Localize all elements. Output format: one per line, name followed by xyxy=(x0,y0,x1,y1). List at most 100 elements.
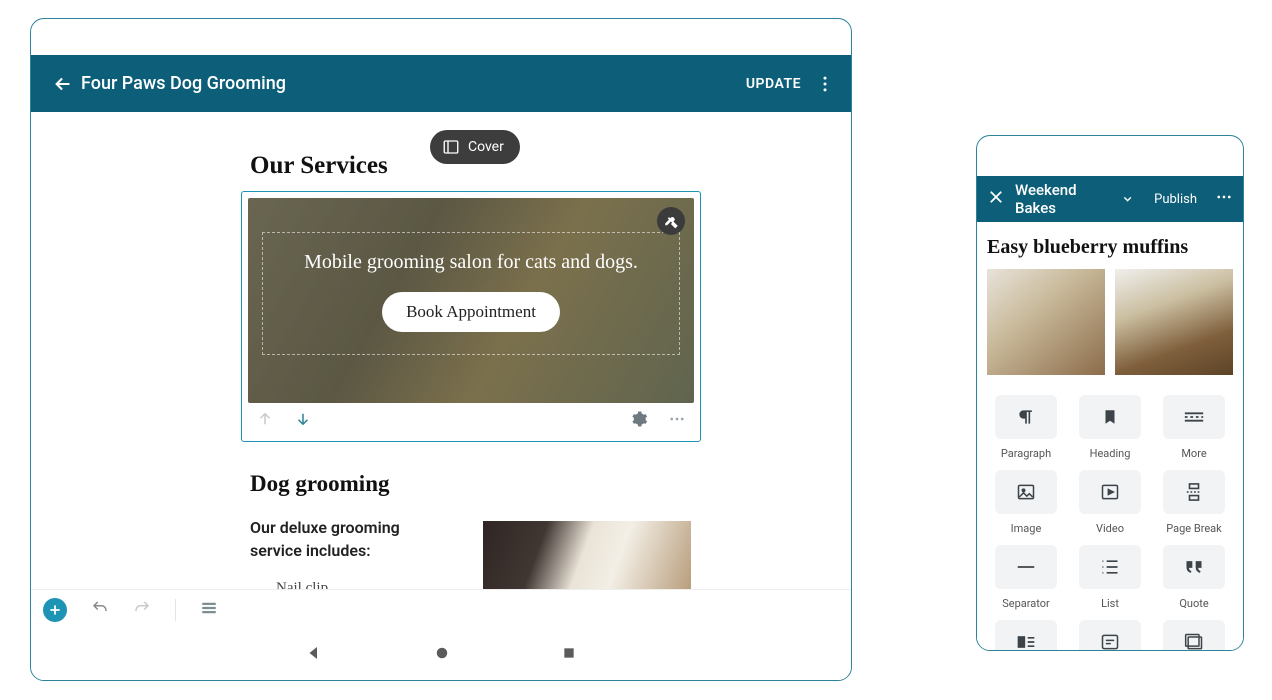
block-list[interactable]: List xyxy=(1073,545,1147,610)
tablet-device: Four Paws Dog Grooming UPDATE Cover Our … xyxy=(30,18,852,681)
block-page-break[interactable]: Page Break xyxy=(1157,470,1231,535)
block-settings-button[interactable] xyxy=(630,410,648,432)
post-title[interactable]: Easy blueberry muffins xyxy=(987,236,1233,259)
nav-recent[interactable] xyxy=(561,645,577,665)
separator-icon xyxy=(1015,562,1037,572)
arrow-left-icon xyxy=(52,73,74,95)
paragraph-icon xyxy=(1016,407,1036,427)
body-text-line1: Our deluxe grooming xyxy=(250,518,400,537)
body-text-line2: service includes: xyxy=(250,541,371,560)
image-gallery[interactable] xyxy=(977,269,1243,383)
cover-content-area[interactable]: Mobile grooming salon for cats and dogs.… xyxy=(262,232,680,355)
cover-block[interactable]: Mobile grooming salon for cats and dogs.… xyxy=(241,191,701,442)
block-more[interactable]: More xyxy=(1157,395,1231,460)
block-separator[interactable]: Separator xyxy=(989,545,1063,610)
gallery-image[interactable] xyxy=(1115,269,1233,375)
block-label: Heading xyxy=(1090,447,1131,460)
block-inserter: Paragraph Heading More Image Video Page … xyxy=(977,383,1243,651)
back-button[interactable] xyxy=(45,73,81,95)
nav-back[interactable] xyxy=(305,644,323,666)
block-more-button[interactable] xyxy=(668,410,686,432)
more-horizontal-icon xyxy=(668,410,686,428)
move-up-button[interactable] xyxy=(256,410,274,432)
android-nav-bar xyxy=(31,630,851,680)
block-extra[interactable] xyxy=(1157,620,1231,651)
redo-icon xyxy=(133,599,151,617)
block-label: Quote xyxy=(1179,597,1208,610)
arrow-up-icon xyxy=(256,410,274,428)
arrow-down-icon xyxy=(294,410,312,428)
gallery-image[interactable] xyxy=(987,269,1105,375)
close-icon xyxy=(987,188,1005,206)
cover-icon xyxy=(442,138,460,156)
gear-icon xyxy=(630,410,648,428)
block-image[interactable]: Image xyxy=(989,470,1063,535)
circle-icon xyxy=(433,644,451,662)
site-name: Weekend Bakes xyxy=(1015,181,1115,217)
block-extra[interactable] xyxy=(989,620,1063,651)
quote-icon xyxy=(1184,559,1204,575)
more-break-icon xyxy=(1183,410,1205,424)
block-paragraph[interactable]: Paragraph xyxy=(989,395,1063,460)
publish-button[interactable]: Publish xyxy=(1154,192,1197,207)
article-header: Easy blueberry muffins xyxy=(977,222,1243,269)
tools-icon xyxy=(664,214,679,229)
triangle-left-icon xyxy=(305,644,323,662)
undo-button[interactable] xyxy=(91,599,109,621)
block-label: Video xyxy=(1096,522,1124,535)
block-label: More xyxy=(1181,447,1206,460)
block-video[interactable]: Video xyxy=(1073,470,1147,535)
phone-app-header: Weekend Bakes Publish xyxy=(977,176,1243,222)
move-down-button[interactable] xyxy=(294,410,312,432)
editor-canvas: Cover Our Services Mobile grooming salon… xyxy=(31,112,851,592)
more-menu[interactable] xyxy=(813,74,837,94)
undo-icon xyxy=(91,599,109,617)
page-break-icon xyxy=(1185,482,1203,502)
image-icon xyxy=(1016,482,1036,502)
block-label: Paragraph xyxy=(1001,447,1051,460)
editor-bottom-bar xyxy=(31,590,851,630)
block-type-chip[interactable]: Cover xyxy=(430,130,520,164)
book-appointment-button[interactable]: Book Appointment xyxy=(382,292,560,332)
site-picker[interactable]: Weekend Bakes xyxy=(1015,181,1134,217)
add-block-button[interactable] xyxy=(43,598,67,622)
update-button[interactable]: UPDATE xyxy=(746,76,801,92)
video-icon xyxy=(1100,482,1120,502)
block-label: Image xyxy=(1011,522,1042,535)
chevron-down-icon xyxy=(1121,192,1134,206)
inline-image[interactable] xyxy=(483,521,691,591)
tablet-app-header: Four Paws Dog Grooming UPDATE xyxy=(31,55,851,112)
cover-headline[interactable]: Mobile grooming salon for cats and dogs. xyxy=(273,251,669,274)
body-text[interactable]: Our deluxe grooming service includes: xyxy=(250,517,450,564)
page-title: Four Paws Dog Grooming xyxy=(81,73,746,94)
sub-heading[interactable]: Dog grooming xyxy=(250,471,390,497)
block-label: Separator xyxy=(1002,597,1050,610)
content-structure-button[interactable] xyxy=(200,599,218,621)
section-heading[interactable]: Our Services xyxy=(250,152,388,180)
preformatted-icon xyxy=(1100,633,1120,651)
plus-icon xyxy=(48,603,62,617)
phone-editor: Easy blueberry muffins Paragraph Heading… xyxy=(977,222,1243,651)
more-horizontal-icon xyxy=(1215,188,1233,206)
block-toolbar xyxy=(248,403,694,439)
media-text-icon xyxy=(1016,634,1036,650)
divider xyxy=(175,599,176,621)
nav-home[interactable] xyxy=(433,644,451,666)
block-type-label: Cover xyxy=(468,139,504,155)
more-vertical-icon xyxy=(815,74,835,94)
edit-cover-button[interactable] xyxy=(657,207,685,235)
block-label: List xyxy=(1101,597,1119,610)
block-label: Page Break xyxy=(1166,522,1221,535)
gallery-icon xyxy=(1184,633,1204,651)
list-icon xyxy=(1100,558,1120,576)
redo-button[interactable] xyxy=(133,599,151,621)
phone-more-menu[interactable] xyxy=(1215,188,1233,210)
phone-device: Weekend Bakes Publish Easy blueberry muf… xyxy=(976,135,1244,651)
block-heading[interactable]: Heading xyxy=(1073,395,1147,460)
block-extra[interactable] xyxy=(1073,620,1147,651)
list-lines-icon xyxy=(200,599,218,617)
block-quote[interactable]: Quote xyxy=(1157,545,1231,610)
cover-image: Mobile grooming salon for cats and dogs.… xyxy=(248,198,694,403)
close-button[interactable] xyxy=(987,188,1005,210)
square-icon xyxy=(561,645,577,661)
